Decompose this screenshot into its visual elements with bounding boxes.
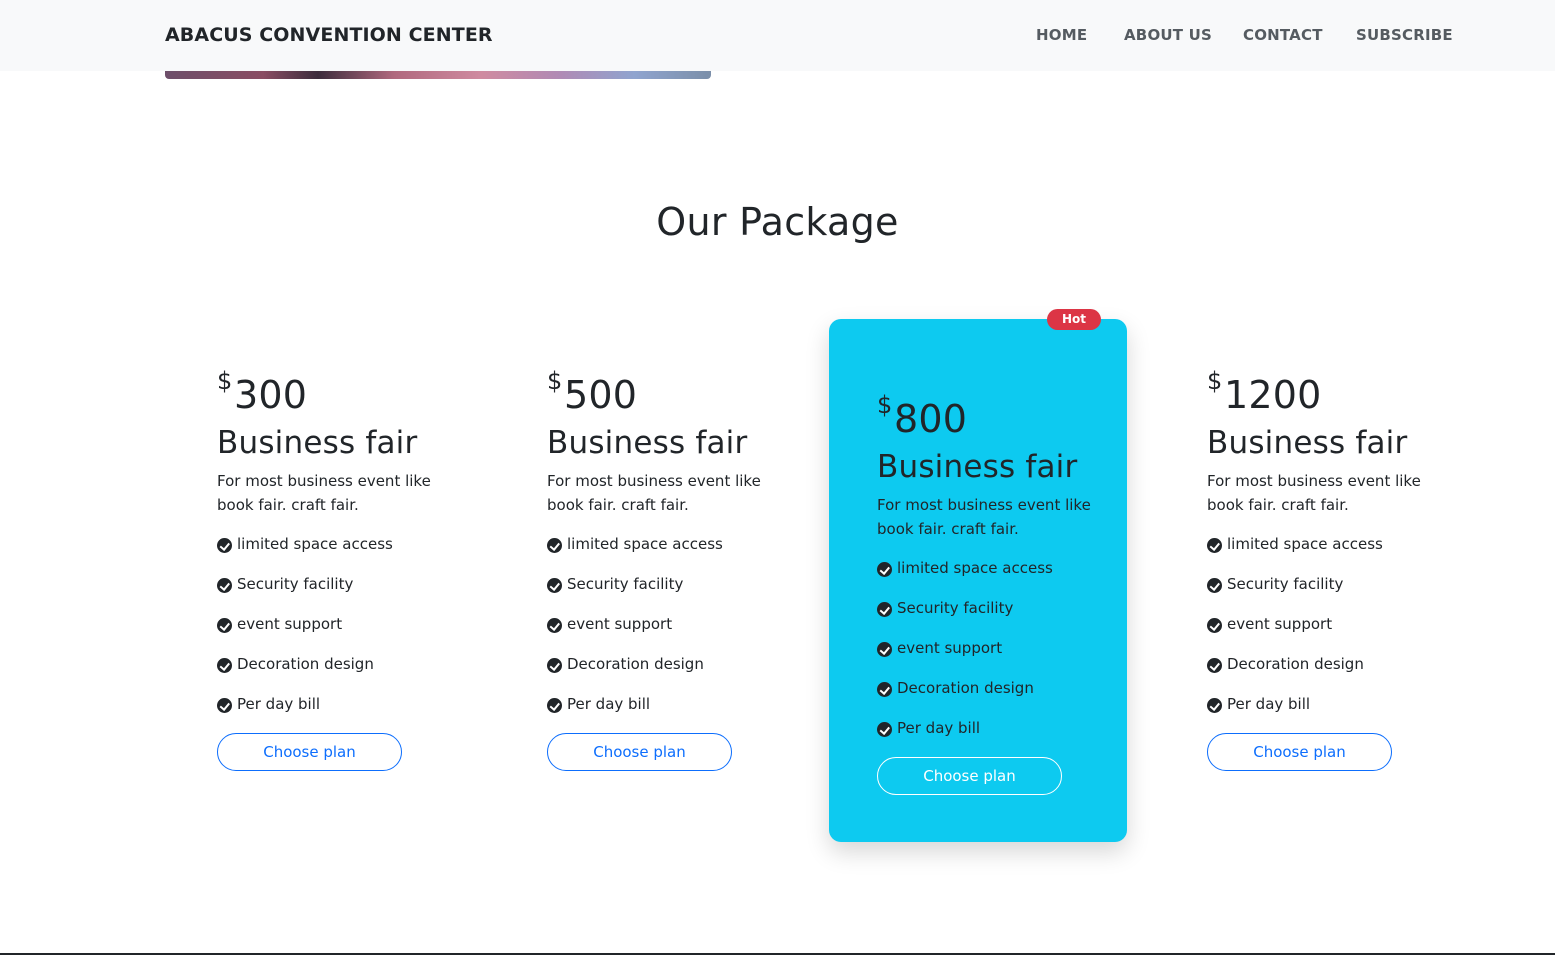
feature-item: Per day bill: [1207, 695, 1447, 735]
check-circle-icon: [877, 682, 892, 697]
check-circle-icon: [1207, 538, 1222, 553]
feature-label: Per day bill: [897, 719, 981, 737]
currency-symbol: $: [217, 367, 233, 395]
package-description: For most business event like book fair. …: [217, 472, 431, 514]
nav-link-subscribe[interactable]: SUBSCRIBE: [1356, 26, 1453, 44]
check-circle-icon: [217, 658, 232, 673]
feature-item: event support: [547, 615, 787, 655]
nav-link-about-us[interactable]: ABOUT US: [1124, 26, 1212, 44]
feature-label: Per day bill: [567, 695, 651, 713]
feature-item: Security facility: [547, 575, 787, 615]
nav-links: HOME ABOUT US CONTACT SUBSCRIBE: [0, 26, 1555, 46]
feature-label: limited space access: [237, 535, 393, 553]
currency-symbol: $: [547, 367, 563, 395]
feature-label: Security facility: [897, 599, 1014, 617]
feature-label: Security facility: [1227, 575, 1344, 593]
check-circle-icon: [547, 578, 562, 593]
currency-symbol: $: [1207, 367, 1223, 395]
feature-item: Decoration design: [217, 655, 457, 695]
feature-item: event support: [877, 639, 1117, 679]
check-circle-icon: [547, 618, 562, 633]
choose-plan-button[interactable]: Choose plan: [217, 733, 402, 771]
check-circle-icon: [217, 578, 232, 593]
feature-list: limited space access Security facility e…: [1207, 535, 1447, 735]
feature-label: Security facility: [237, 575, 354, 593]
feature-label: Decoration design: [1227, 655, 1364, 673]
nav-link-home[interactable]: HOME: [1036, 26, 1087, 44]
feature-item: Security facility: [877, 599, 1117, 639]
check-circle-icon: [547, 538, 562, 553]
check-circle-icon: [877, 562, 892, 577]
check-circle-icon: [217, 618, 232, 633]
feature-label: limited space access: [1227, 535, 1383, 553]
check-circle-icon: [877, 642, 892, 657]
check-circle-icon: [547, 658, 562, 673]
choose-plan-button[interactable]: Choose plan: [877, 757, 1062, 795]
package-name: Business fair: [217, 425, 418, 461]
feature-item: limited space access: [217, 535, 457, 575]
feature-item: Per day bill: [877, 719, 1117, 759]
currency-symbol: $: [877, 391, 893, 419]
feature-item: Security facility: [1207, 575, 1447, 615]
hero-image-edge: [165, 71, 711, 79]
feature-item: event support: [1207, 615, 1447, 655]
check-circle-icon: [217, 538, 232, 553]
check-circle-icon: [217, 698, 232, 713]
check-circle-icon: [1207, 618, 1222, 633]
hot-badge: Hot: [1047, 309, 1101, 330]
choose-plan-button[interactable]: Choose plan: [547, 733, 732, 771]
feature-item: Decoration design: [1207, 655, 1447, 695]
feature-list: limited space access Security facility e…: [217, 535, 457, 735]
feature-item: Decoration design: [877, 679, 1117, 719]
feature-label: event support: [567, 615, 673, 633]
feature-item: Per day bill: [547, 695, 787, 735]
package-description: For most business event like book fair. …: [1207, 472, 1421, 514]
feature-label: limited space access: [897, 559, 1053, 577]
feature-label: Decoration design: [237, 655, 374, 673]
feature-label: limited space access: [567, 535, 723, 553]
choose-plan-button[interactable]: Choose plan: [1207, 733, 1392, 771]
price-amount: 300: [234, 373, 308, 417]
feature-label: event support: [237, 615, 343, 633]
price-amount: 500: [564, 373, 638, 417]
nav-link-contact[interactable]: CONTACT: [1243, 26, 1323, 44]
package-description: For most business event like book fair. …: [877, 496, 1091, 538]
feature-label: Decoration design: [567, 655, 704, 673]
check-circle-icon: [1207, 658, 1222, 673]
feature-item: limited space access: [877, 559, 1117, 599]
feature-item: limited space access: [1207, 535, 1447, 575]
top-navbar: ABACUS CONVENTION CENTER HOME ABOUT US C…: [0, 0, 1555, 71]
section-title: Our Package: [656, 200, 899, 244]
feature-label: Per day bill: [1227, 695, 1311, 713]
check-circle-icon: [877, 602, 892, 617]
package-card-featured: Hot $ 800 Business fair For most busines…: [829, 309, 1127, 842]
price-amount: 1200: [1224, 373, 1322, 417]
feature-label: Decoration design: [897, 679, 1034, 697]
price-amount: 800: [894, 397, 968, 441]
package-name: Business fair: [877, 449, 1078, 485]
feature-item: Security facility: [217, 575, 457, 615]
check-circle-icon: [877, 722, 892, 737]
feature-item: event support: [217, 615, 457, 655]
feature-label: event support: [897, 639, 1003, 657]
feature-label: Security facility: [567, 575, 684, 593]
package-description: For most business event like book fair. …: [547, 472, 761, 514]
feature-item: limited space access: [547, 535, 787, 575]
feature-item: Decoration design: [547, 655, 787, 695]
feature-label: event support: [1227, 615, 1333, 633]
feature-item: Per day bill: [217, 695, 457, 735]
feature-label: Per day bill: [237, 695, 321, 713]
package-name: Business fair: [547, 425, 748, 461]
feature-list: limited space access Security facility e…: [547, 535, 787, 735]
check-circle-icon: [1207, 698, 1222, 713]
check-circle-icon: [1207, 578, 1222, 593]
feature-list: limited space access Security facility e…: [877, 559, 1117, 759]
check-circle-icon: [547, 698, 562, 713]
package-name: Business fair: [1207, 425, 1408, 461]
